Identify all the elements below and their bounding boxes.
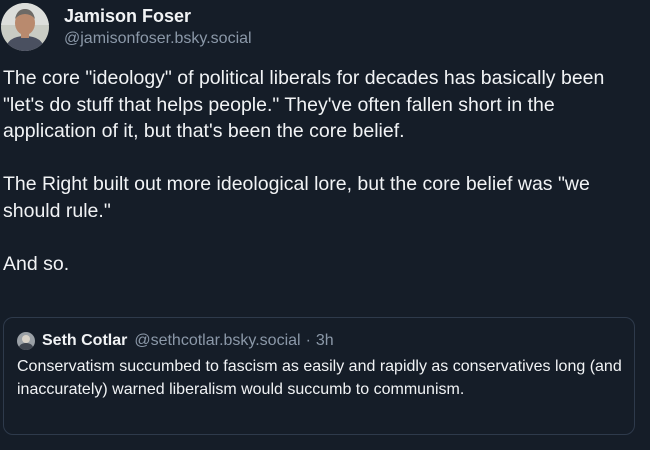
quoted-author-name[interactable]: Seth Cotlar <box>42 332 127 350</box>
quoted-post-timestamp[interactable]: 3h <box>316 332 334 350</box>
post: Jamison Foser @jamisonfoser.bsky.social … <box>0 0 650 450</box>
quoted-post[interactable]: Seth Cotlar @sethcotlar.bsky.social · 3h… <box>3 317 635 435</box>
separator-dot: · <box>305 332 311 349</box>
quoted-post-text: Conservatism succumbed to fascism as eas… <box>17 358 622 398</box>
quoted-post-header: Seth Cotlar @sethcotlar.bsky.social · 3h <box>17 332 334 350</box>
post-text: The core "ideology" of political liberal… <box>3 65 643 304</box>
post-paragraph: The Right built out more ideological lor… <box>3 173 590 222</box>
avatar-photo-icon <box>17 332 35 350</box>
post-paragraph: And so. <box>3 252 70 275</box>
author-handle[interactable]: @jamisonfoser.bsky.social <box>64 30 252 48</box>
quoted-author-handle[interactable]: @sethcotlar.bsky.social <box>134 332 300 350</box>
author-avatar[interactable] <box>1 3 49 51</box>
avatar-photo-icon <box>1 3 49 51</box>
quoted-author-avatar[interactable] <box>17 332 35 350</box>
post-paragraph: The core "ideology" of political liberal… <box>3 67 605 142</box>
author-display-name[interactable]: Jamison Foser <box>64 6 191 27</box>
